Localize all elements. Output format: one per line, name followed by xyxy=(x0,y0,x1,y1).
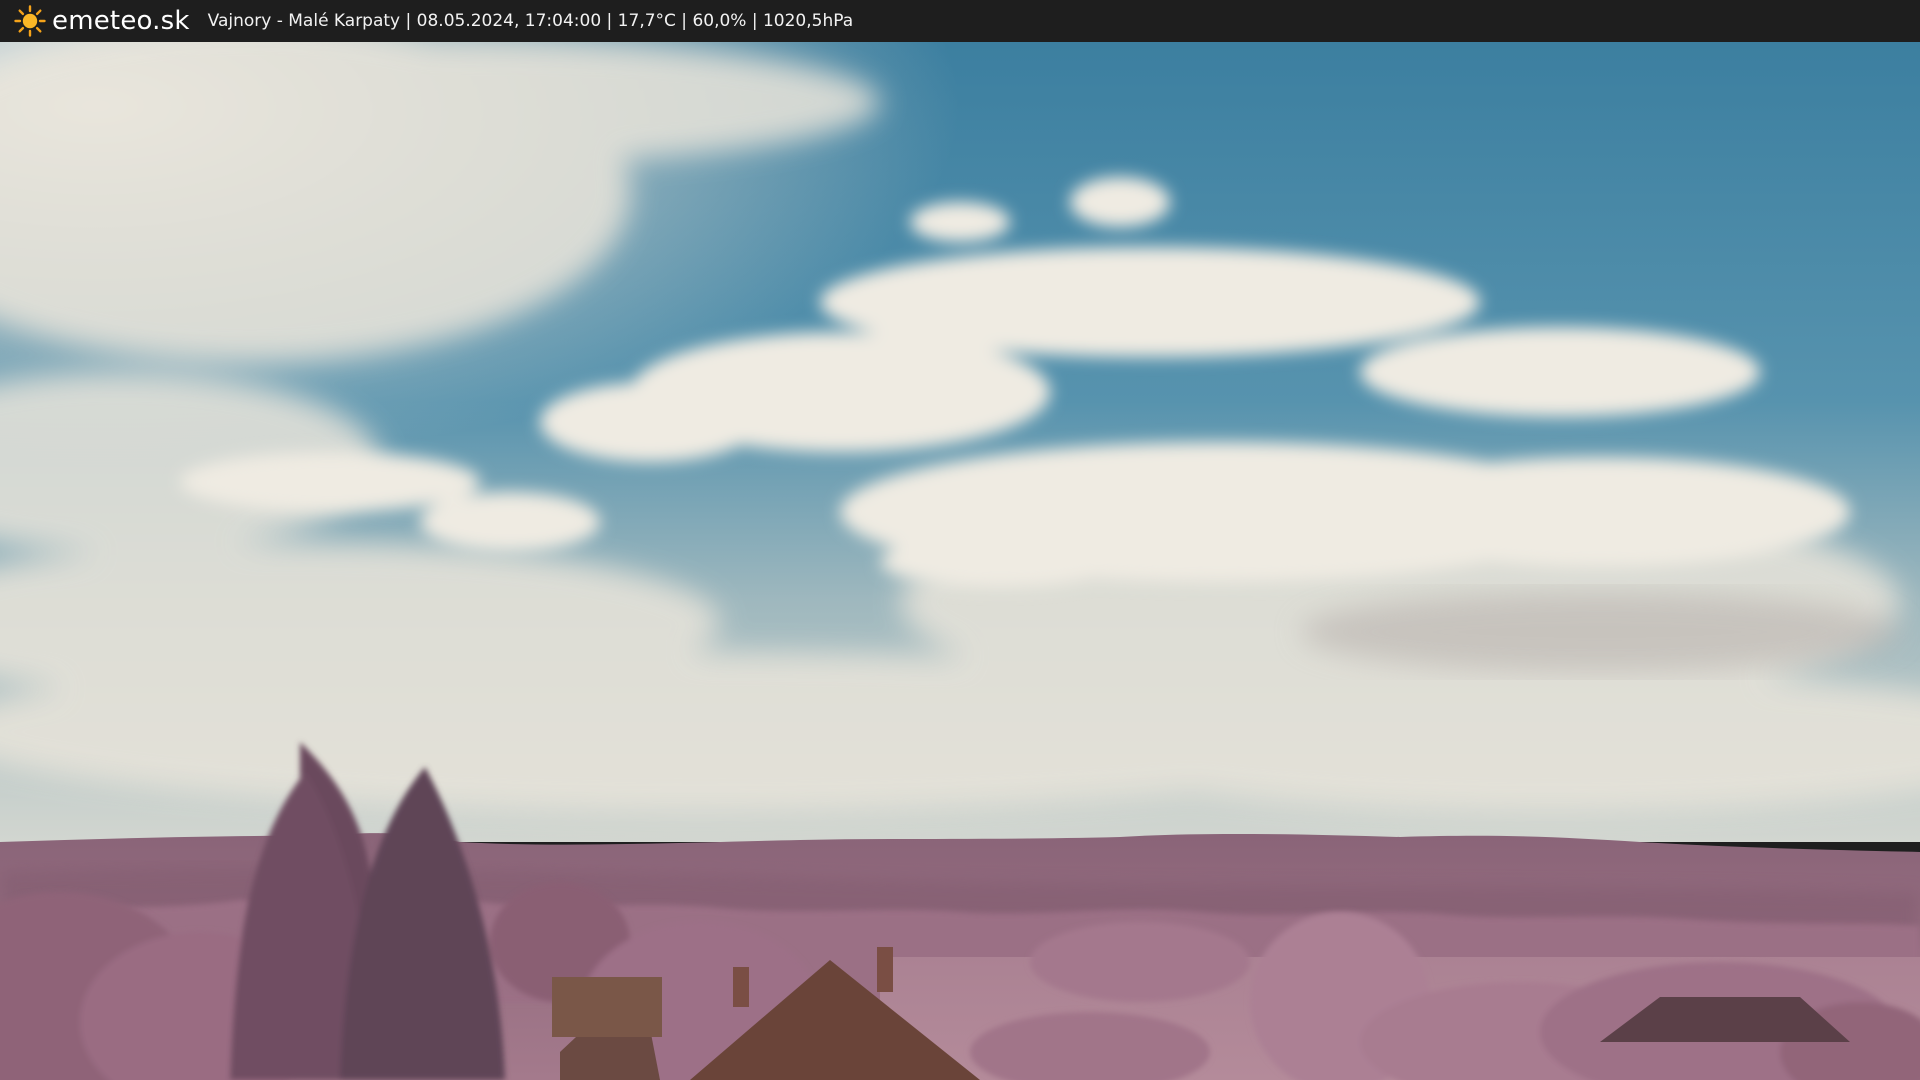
sun-icon xyxy=(14,5,46,37)
webcam-image xyxy=(0,42,1920,1080)
site-logo[interactable]: emeteo.sk xyxy=(14,5,190,37)
header-bar: emeteo.sk Vajnory - Malé Karpaty | 08.05… xyxy=(0,0,1920,42)
webcam-caption: Vajnory - Malé Karpaty | 08.05.2024, 17:… xyxy=(207,11,854,31)
brand-name: emeteo.sk xyxy=(52,6,190,36)
